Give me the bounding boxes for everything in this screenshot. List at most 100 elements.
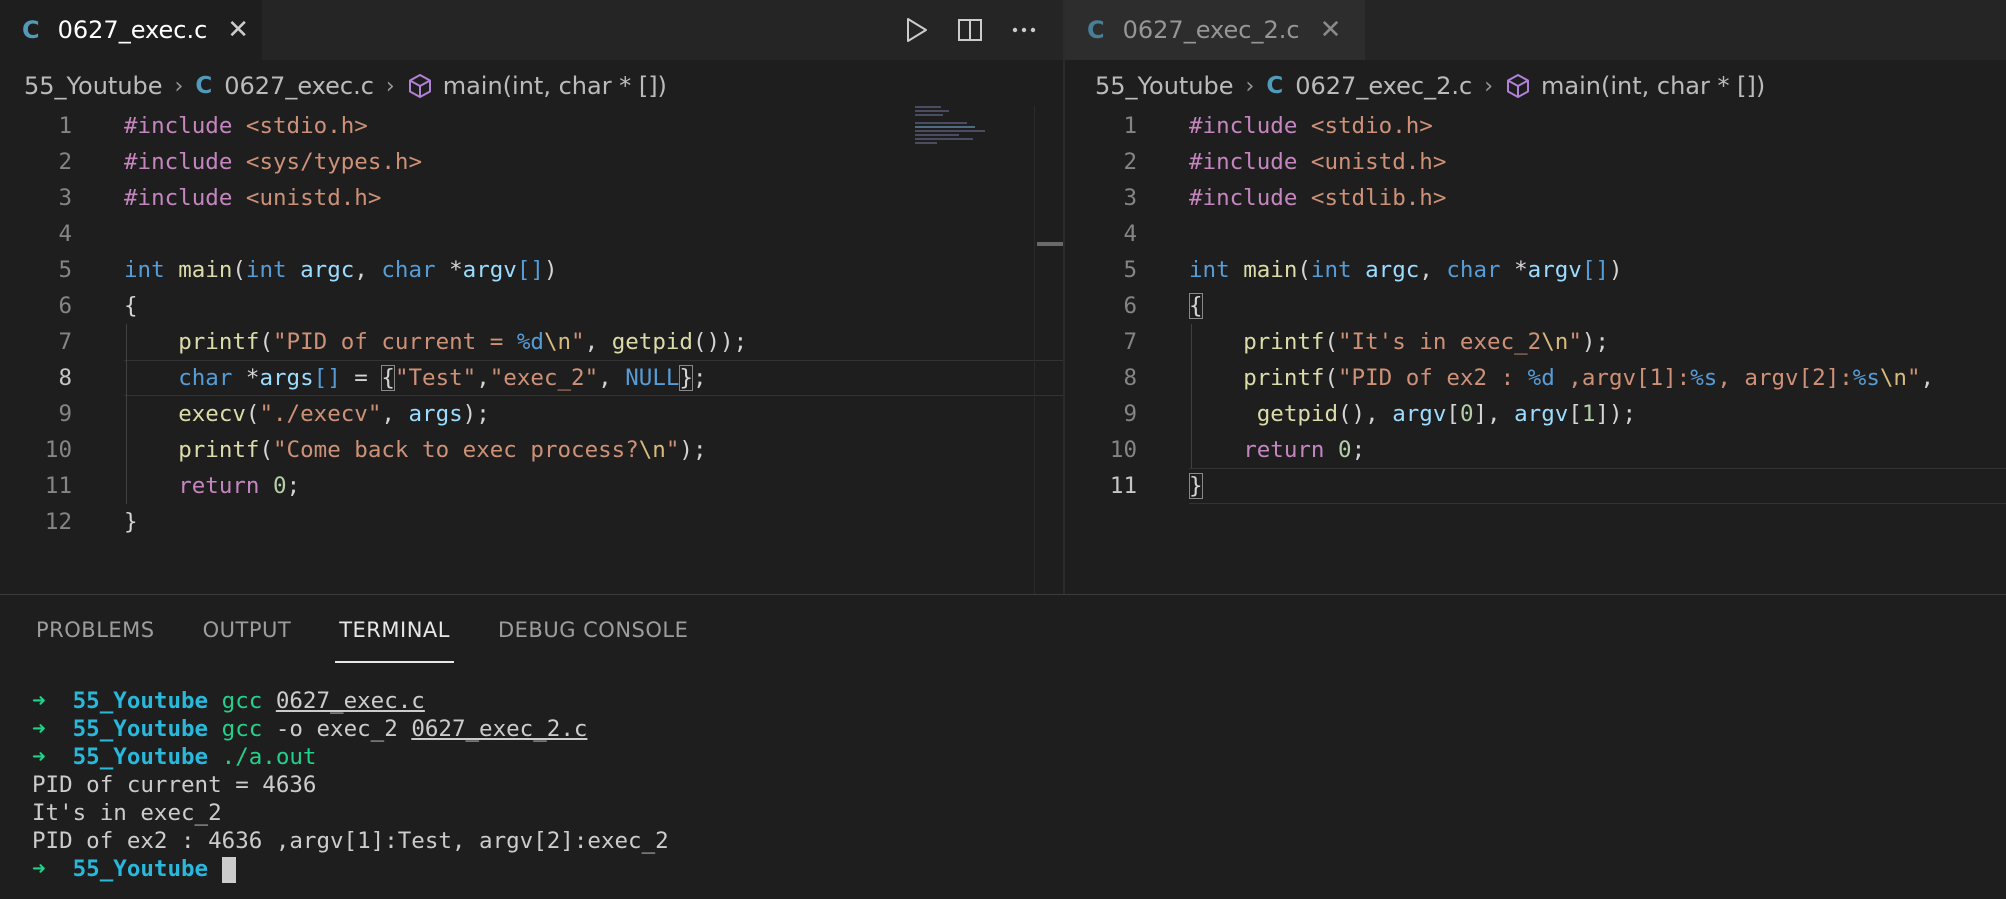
code-token: <stdio.h>	[1297, 113, 1433, 139]
current-line-highlight	[1189, 468, 2006, 504]
code-line[interactable]: 1 #include <stdio.h>	[1065, 108, 2006, 144]
minimap[interactable]	[915, 106, 1035, 156]
code-token: \n	[543, 329, 572, 355]
line-number: 3	[58, 185, 72, 211]
vertical-scrollbar[interactable]	[1034, 106, 1063, 594]
tab-0627-exec-2-c[interactable]: C 0627_exec_2.c ✕	[1065, 0, 1365, 60]
indent-guide	[1191, 324, 1192, 468]
code-text: printf("It's in exec_2\n");	[1189, 324, 1609, 360]
code-text: #include <unistd.h>	[1189, 144, 1446, 180]
code-line[interactable]: 2 #include <sys/types.h>	[0, 144, 1063, 180]
code-line[interactable]: 6{	[0, 288, 1063, 324]
code-token: <unistd.h>	[232, 185, 382, 211]
code-token: []	[516, 257, 544, 283]
code-text: #include <unistd.h>	[124, 180, 381, 216]
code-token: ,	[598, 365, 626, 391]
tab-0627-exec-c[interactable]: C 0627_exec.c ✕	[0, 0, 262, 60]
terminal[interactable]: ➜ 55_Youtube gcc 0627_exec.c ➜ 55_Youtube…	[32, 687, 669, 883]
code-line[interactable]: 8 printf("PID of ex2 : %d ,argv[1]:%s, a…	[1065, 360, 2006, 396]
breadcrumb-folder[interactable]: 55_Youtube	[24, 72, 163, 100]
code-line[interactable]: 9 execv("./execv", args);	[0, 396, 1063, 432]
code-token: )	[1608, 257, 1623, 283]
tab-debug-console[interactable]: DEBUG CONSOLE	[498, 595, 688, 665]
more-actions-icon[interactable]	[1007, 13, 1041, 47]
c-file-icon: C	[1087, 16, 1105, 44]
code-token: "It's in exec_2	[1338, 329, 1542, 355]
breadcrumb-file[interactable]: 0627_exec.c	[224, 72, 374, 100]
code-token: int	[1189, 257, 1230, 283]
tab-terminal[interactable]: TERMINAL	[335, 595, 454, 665]
line-number: 8	[1123, 365, 1137, 391]
code-line[interactable]: 4	[0, 216, 1063, 252]
line-number: 6	[1123, 293, 1137, 319]
indent-guide	[126, 324, 127, 504]
code-token: (	[1324, 329, 1339, 355]
code-token: NULL	[625, 365, 680, 391]
terminal-command: gcc	[221, 688, 263, 714]
code-line[interactable]: 4	[1065, 216, 2006, 252]
code-line[interactable]: 12}	[0, 504, 1063, 540]
right-tab-bar: C 0627_exec_2.c ✕	[1065, 0, 2006, 60]
terminal-argument	[262, 688, 276, 714]
breadcrumb-symbol[interactable]: main(int, char * [])	[443, 72, 667, 100]
code-text: {	[124, 288, 138, 324]
code-line[interactable]: 7 printf("PID of current = %d\n", getpid…	[0, 324, 1063, 360]
code-token: );	[679, 437, 707, 463]
breadcrumb-folder[interactable]: 55_Youtube	[1095, 72, 1234, 100]
code-editor[interactable]: 1 #include <stdio.h> 2 #include <unistd.h> 3…	[1065, 108, 2006, 504]
code-token: int	[124, 257, 165, 283]
terminal-command: gcc	[221, 716, 263, 742]
code-token: ,argv[1]:	[1554, 365, 1691, 391]
terminal-output: PID of ex2 : 4636 ,argv[1]:Test, argv[2]…	[32, 828, 669, 854]
code-line[interactable]: 10 printf("Come back to exec process?\n"…	[0, 432, 1063, 468]
code-line[interactable]: 5 int main(int argc, char *argv[])	[0, 252, 1063, 288]
code-line[interactable]: 1 #include <stdio.h>	[0, 108, 1063, 144]
code-token: argc	[300, 257, 355, 283]
breadcrumb-symbol[interactable]: main(int, char * [])	[1541, 72, 1765, 100]
code-token: "	[1568, 329, 1582, 355]
code-token: , argv[2]:	[1717, 365, 1853, 391]
code-line[interactable]: 6{	[1065, 288, 2006, 324]
split-editor-icon[interactable]	[953, 13, 987, 47]
code-line[interactable]: 10 return 0;	[1065, 432, 2006, 468]
tab-problems[interactable]: PROBLEMS	[36, 595, 155, 665]
tab-title: 0627_exec.c	[57, 16, 208, 44]
code-token: [	[1568, 401, 1582, 427]
code-line[interactable]: 11 return 0;	[0, 468, 1063, 504]
terminal-line: ➜ 55_Youtube	[32, 855, 669, 883]
code-line[interactable]: 5 int main(int argc, char *argv[])	[1065, 252, 2006, 288]
code-token: }	[124, 509, 138, 535]
code-token: []	[313, 365, 341, 391]
line-number: 9	[1123, 401, 1137, 427]
code-token: argv	[462, 257, 517, 283]
code-text: #include <stdio.h>	[1189, 108, 1433, 144]
code-line[interactable]: 7 printf("It's in exec_2\n");	[1065, 324, 2006, 360]
code-text: {	[1189, 288, 1203, 324]
code-line[interactable]: 9 getpid(), argv[0], argv[1]);	[1065, 396, 2006, 432]
code-line[interactable]: 11}	[1065, 468, 2006, 504]
panel-tabs: PROBLEMS OUTPUT TERMINAL DEBUG CONSOLE	[36, 595, 688, 665]
run-icon[interactable]	[899, 13, 933, 47]
chevron-right-icon: ›	[1484, 73, 1493, 99]
line-number: 7	[58, 329, 72, 355]
terminal-output: PID of current = 4636	[32, 772, 317, 798]
code-text: printf("PID of current = %d\n", getpid()…	[124, 324, 747, 360]
line-number: 4	[58, 221, 72, 247]
code-token: {	[124, 293, 138, 319]
code-line[interactable]: 3 #include <unistd.h>	[0, 180, 1063, 216]
code-line[interactable]: 3 #include <stdlib.h>	[1065, 180, 2006, 216]
line-number: 2	[1123, 149, 1137, 175]
code-token: char	[381, 257, 436, 283]
code-token: <stdio.h>	[232, 113, 368, 139]
code-line[interactable]: 8 char *args[] = {"Test","exec_2", NULL}…	[0, 360, 1063, 396]
close-icon[interactable]: ✕	[1320, 17, 1342, 43]
breadcrumb-file[interactable]: 0627_exec_2.c	[1295, 72, 1472, 100]
code-editor[interactable]: 1 #include <stdio.h> 2 #include <sys/types.…	[0, 108, 1063, 540]
code-line[interactable]: 2 #include <unistd.h>	[1065, 144, 2006, 180]
tab-output[interactable]: OUTPUT	[203, 595, 292, 665]
code-token: ,	[584, 329, 612, 355]
close-icon[interactable]: ✕	[227, 17, 249, 43]
